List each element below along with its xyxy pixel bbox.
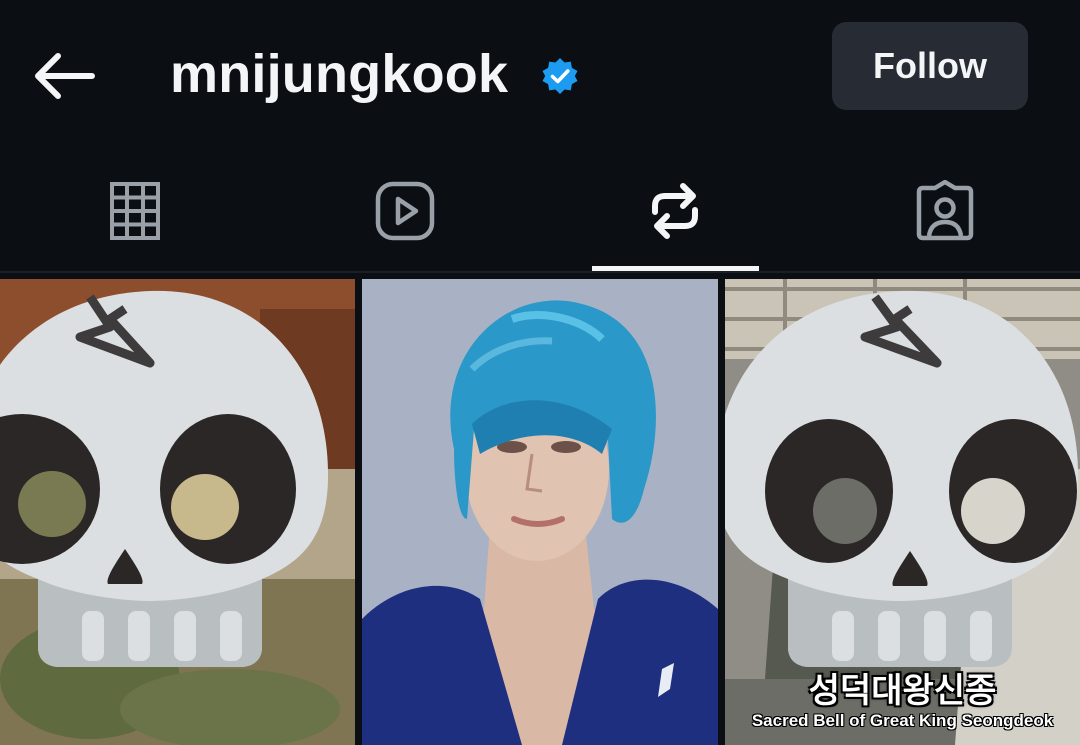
tab-reposts[interactable]: [540, 150, 810, 272]
profile-header: mnijungkook Follow: [0, 0, 1080, 150]
tab-posts-grid[interactable]: [0, 150, 270, 272]
tab-reels[interactable]: [270, 150, 540, 272]
tab-tagged[interactable]: [810, 150, 1080, 272]
tabs-divider: [0, 271, 1080, 273]
profile-username: mnijungkook: [170, 44, 509, 104]
verified-badge-icon: [540, 56, 580, 96]
post-thumbnail-2[interactable]: [362, 279, 718, 745]
reels-play-icon: [375, 181, 435, 241]
arrow-left-icon: [35, 53, 95, 99]
profile-tabs: [0, 150, 1080, 272]
posts-grid: 성덕대왕신종 Sacred Bell of Great King Seongde…: [0, 279, 1080, 745]
follow-button[interactable]: Follow: [832, 22, 1028, 110]
post-thumbnail-3[interactable]: 성덕대왕신종 Sacred Bell of Great King Seongde…: [725, 279, 1080, 745]
post-thumbnail-1[interactable]: [0, 279, 355, 745]
post-image-1: [0, 279, 355, 745]
reposts-icon: [652, 183, 698, 239]
tagged-person-icon: [916, 180, 974, 241]
back-button[interactable]: [28, 48, 98, 104]
grid-icon: [110, 182, 160, 240]
post-image-2: [362, 279, 718, 745]
video-caption-korean: 성덕대왕신종: [808, 672, 997, 710]
video-caption-english: Sacred Bell of Great King Seongdeok: [751, 711, 1054, 730]
